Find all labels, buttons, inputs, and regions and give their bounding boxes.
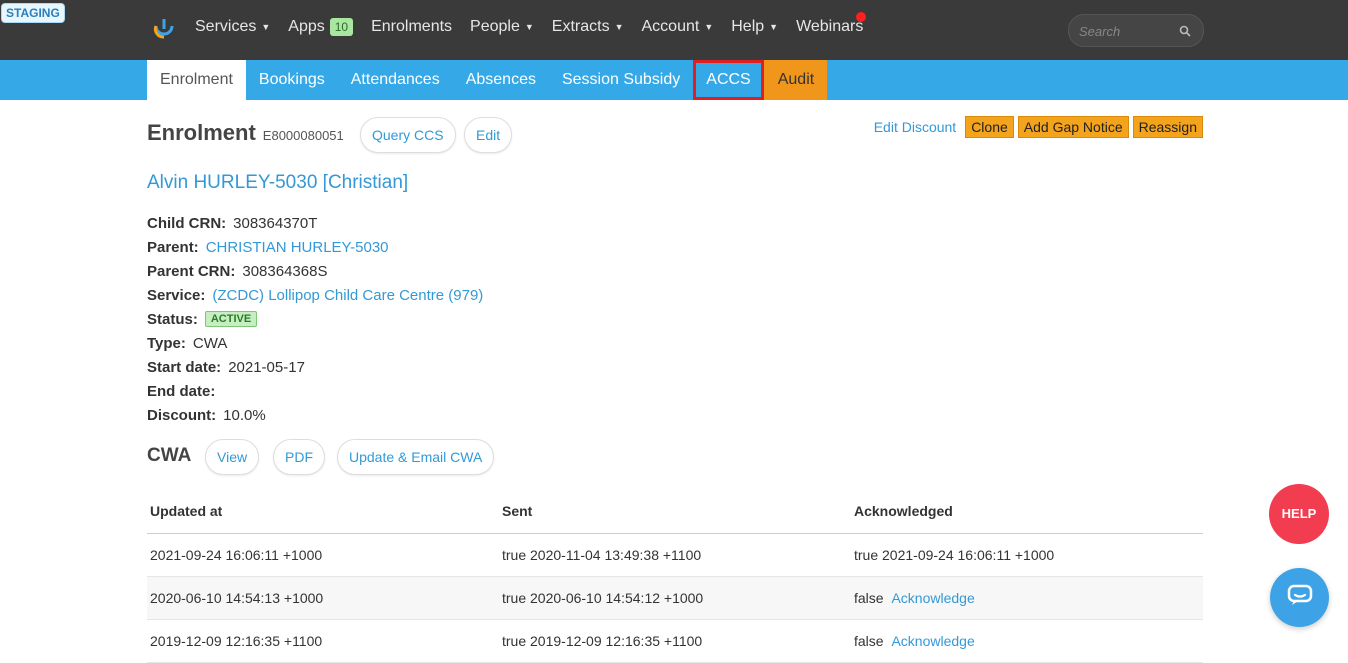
query-ccs-button[interactable]: Query CCS bbox=[360, 117, 456, 153]
discount-row: Discount: 10.0% bbox=[147, 406, 266, 424]
tab-attendances[interactable]: Attendances bbox=[338, 60, 453, 100]
nav-help[interactable]: Help ▼ bbox=[731, 18, 778, 36]
nav-extracts[interactable]: Extracts ▼ bbox=[552, 18, 624, 36]
tab-enrolment[interactable]: Enrolment bbox=[147, 60, 246, 100]
enrolment-id: E8000080051 bbox=[262, 128, 344, 143]
reassign-button[interactable]: Reassign bbox=[1132, 116, 1203, 138]
type-value: CWA bbox=[192, 334, 228, 352]
tab-accs[interactable]: ACCS bbox=[693, 60, 764, 100]
clone-button[interactable]: Clone bbox=[965, 116, 1014, 138]
child-name-link[interactable]: Alvin HURLEY-5030 [Christian] bbox=[147, 172, 408, 194]
chat-icon bbox=[1287, 584, 1313, 611]
nav-people[interactable]: People ▼ bbox=[470, 18, 534, 36]
col-acknowledged: Acknowledged bbox=[851, 490, 1203, 534]
add-gap-notice-button[interactable]: Add Gap Notice bbox=[1017, 116, 1129, 138]
cwa-pdf-button[interactable]: PDF bbox=[273, 439, 325, 475]
col-sent: Sent bbox=[499, 490, 851, 534]
start-date-row: Start date: 2021-05-17 bbox=[147, 358, 305, 376]
parent-crn-value: 308364368S bbox=[242, 262, 328, 280]
nav-account[interactable]: Account ▼ bbox=[642, 18, 714, 36]
type-row: Type: CWA bbox=[147, 334, 228, 352]
search-icon[interactable] bbox=[1179, 24, 1191, 42]
parent-row: Parent: CHRISTIAN HURLEY-5030 bbox=[147, 238, 389, 256]
caret-down-icon: ▼ bbox=[524, 22, 534, 32]
status-badge: ACTIVE bbox=[204, 311, 258, 327]
sub-navbar: Enrolment Bookings Attendances Absences … bbox=[0, 60, 1348, 100]
end-date-row: End date: bbox=[147, 382, 216, 400]
enrolment-actions: Edit Discount Clone Add Gap Notice Reass… bbox=[874, 116, 1203, 138]
enrolment-heading: Enrolment E8000080051 bbox=[147, 120, 344, 146]
col-updated-at: Updated at bbox=[147, 490, 499, 534]
service-link[interactable]: (ZCDC) Lollipop Child Care Centre (979) bbox=[212, 287, 483, 304]
apps-count-badge: 10 bbox=[329, 18, 354, 36]
tab-audit[interactable]: Audit bbox=[763, 60, 828, 100]
tab-session-subsidy[interactable]: Session Subsidy bbox=[549, 60, 693, 100]
enrolment-details: Child CRN: 308364370T Parent: CHRISTIAN HU… bbox=[147, 211, 483, 427]
acknowledge-link[interactable]: Acknowledge bbox=[891, 590, 974, 606]
start-date-value: 2021-05-17 bbox=[228, 358, 305, 376]
child-crn-value: 308364370T bbox=[233, 214, 318, 232]
tab-absences[interactable]: Absences bbox=[453, 60, 549, 100]
nav-apps[interactable]: Apps 10 bbox=[288, 18, 354, 36]
caret-down-icon: ▼ bbox=[704, 22, 714, 32]
nav-enrolments[interactable]: Enrolments bbox=[371, 18, 452, 36]
main-nav: Services ▼ Apps 10 Enrolments People ▼ Extr… bbox=[195, 18, 881, 36]
help-button[interactable]: HELP bbox=[1269, 484, 1329, 544]
table-row: 2021-09-24 16:06:11 +1000 true 2020-11-0… bbox=[147, 533, 1203, 577]
staging-badge: STAGING bbox=[1, 3, 65, 23]
table-row: 2019-12-09 12:16:35 +1100 true 2019-12-0… bbox=[147, 619, 1203, 663]
chat-button[interactable] bbox=[1270, 568, 1329, 627]
search-box[interactable] bbox=[1068, 14, 1204, 47]
edit-discount-link[interactable]: Edit Discount bbox=[874, 119, 956, 135]
nav-webinars[interactable]: Webinars bbox=[796, 18, 863, 36]
parent-crn-row: Parent CRN: 308364368S bbox=[147, 262, 328, 280]
edit-button[interactable]: Edit bbox=[464, 117, 513, 153]
cwa-heading: CWA bbox=[147, 445, 192, 466]
app-logo-icon[interactable] bbox=[151, 16, 177, 42]
acknowledge-link[interactable]: Acknowledge bbox=[891, 633, 974, 649]
table-row: 2020-06-10 14:54:13 +1000 true 2020-06-1… bbox=[147, 576, 1203, 620]
cwa-view-button[interactable]: View bbox=[205, 439, 260, 475]
caret-down-icon: ▼ bbox=[261, 22, 271, 32]
page-title: Enrolment bbox=[147, 120, 256, 145]
cwa-table: Updated at Sent Acknowledged 2021-09-24 … bbox=[147, 490, 1203, 663]
table-header-row: Updated at Sent Acknowledged bbox=[147, 490, 1203, 534]
discount-value: 10.0% bbox=[223, 406, 266, 424]
service-row: Service: (ZCDC) Lollipop Child Care Centr… bbox=[147, 286, 484, 304]
top-navbar: STAGING Services ▼ Apps 10 Enrolments Peop… bbox=[0, 0, 1348, 60]
caret-down-icon: ▼ bbox=[614, 22, 624, 32]
child-crn-row: Child CRN: 308364370T bbox=[147, 214, 318, 232]
update-email-cwa-button[interactable]: Update & Email CWA bbox=[337, 439, 495, 475]
status-row: Status: ACTIVE bbox=[147, 307, 483, 331]
parent-link[interactable]: CHRISTIAN HURLEY-5030 bbox=[206, 239, 389, 256]
tab-bookings[interactable]: Bookings bbox=[246, 60, 338, 100]
notification-dot bbox=[856, 12, 866, 22]
nav-services[interactable]: Services ▼ bbox=[195, 18, 270, 36]
search-input[interactable] bbox=[1079, 22, 1179, 40]
caret-down-icon: ▼ bbox=[769, 22, 779, 32]
